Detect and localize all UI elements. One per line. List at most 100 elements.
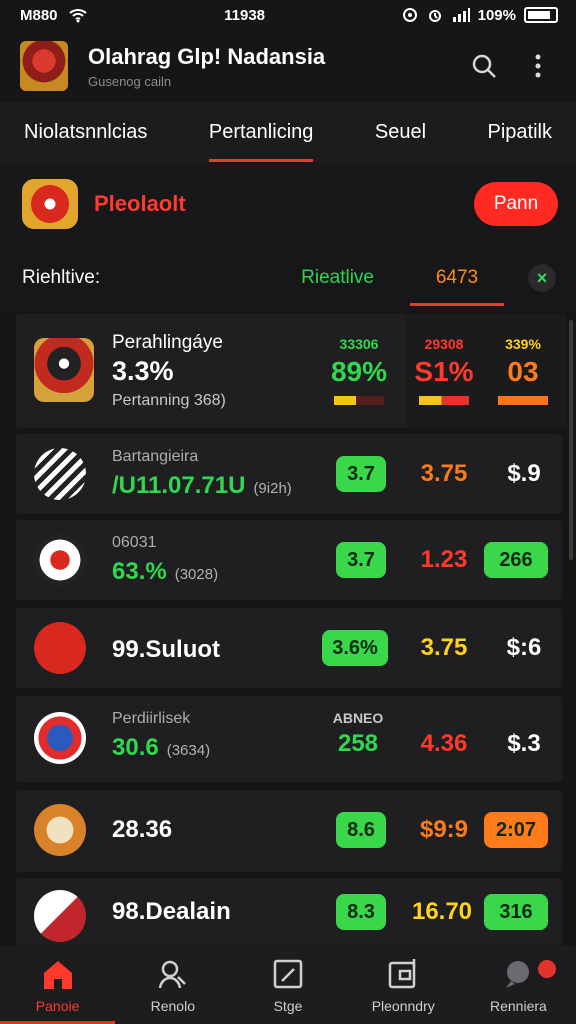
odds-value-a[interactable]: $9:9 (410, 816, 478, 844)
featured-stat-1: 33306 89% (330, 336, 388, 405)
promo-button[interactable]: Pann (474, 182, 558, 226)
row-text: 06031 63.% (3028) (112, 534, 218, 586)
profile-search-icon (155, 956, 191, 992)
odds-pill-value-b[interactable]: 266 (484, 542, 548, 578)
promo-title: Pleolaolt (94, 191, 186, 216)
row-main-value: 99.Suluot (112, 636, 221, 663)
odds-pill-green[interactable]: 3.7 (336, 542, 386, 578)
odds-value-a[interactable]: 1.23 (412, 546, 476, 574)
nav-dashboard[interactable]: Pleonndry (346, 946, 461, 1024)
odds-value-b[interactable]: $:6 (496, 634, 552, 662)
row-main-value: 98.Dealain (112, 898, 231, 925)
list-row[interactable]: 28.36 8.6 $9:9 2:07 (16, 790, 562, 872)
more-options-button[interactable] (520, 48, 556, 84)
chat-icon (500, 956, 536, 992)
battery-icon (523, 7, 558, 23)
odds-value-b[interactable]: $.3 (496, 730, 552, 758)
featured-stat-1-big: 89% (330, 356, 388, 387)
odds-pill-orange[interactable]: 2:07 (484, 812, 548, 848)
filter-relative[interactable]: Rieatlive (301, 267, 374, 289)
featured-stat-3: 339% 03 (494, 336, 552, 405)
row-main-paren: (3028) (174, 566, 219, 583)
odds-value-a[interactable]: 3.75 (410, 634, 478, 662)
app-header: Olahrag Glp! Nadansia Gusenog cailn (0, 30, 576, 102)
nav-home[interactable]: Panoie (0, 946, 116, 1024)
list-row[interactable]: Bartangieira /U11.07.71U (9i2h) 3.7 3.75… (16, 434, 562, 514)
odds-value-b[interactable]: $.9 (496, 460, 552, 488)
app-subtitle: Gusenog cailn (88, 73, 172, 89)
odds-pill-green[interactable]: 3.7 (336, 456, 386, 492)
row-main-paren: (3634) (166, 742, 211, 759)
more-vertical-icon (535, 54, 541, 78)
filter-close-icon[interactable]: × (528, 264, 556, 292)
featured-stat-2-big: S1% (414, 356, 474, 387)
status-right: 109% (402, 7, 558, 24)
team-shield-icon (34, 622, 86, 674)
bottom-navigation: Panoie Renolo Stge Pleonndry Renniera (0, 946, 576, 1024)
row-text: Bartangieira /U11.07.71U (9i2h) (112, 448, 292, 500)
list-scrollbar[interactable] (569, 320, 573, 560)
row-main-value: 28.36 (112, 816, 173, 843)
row-main-value: /U11.07.71U (112, 472, 246, 499)
row-subtitle: 06031 (112, 534, 157, 551)
team-emblem-icon (34, 804, 86, 856)
featured-stat-2: 29308 S1% (414, 336, 474, 405)
status-time-center: 11938 (224, 6, 266, 24)
app-logo (20, 41, 68, 91)
nav-home-label: Panoie (35, 998, 80, 1014)
promo-badge (22, 179, 78, 229)
nav-edit[interactable]: Stge (230, 946, 345, 1024)
list-row[interactable]: 99.Suluot 3.6% 3.75 $:6 (16, 608, 562, 688)
filter-row: Riehltive: Rieatlive 6473 × (0, 246, 576, 310)
odds-value-a[interactable]: 4.36 (412, 730, 476, 758)
promo-banner: Pleolaolt Pann (0, 162, 576, 246)
column-header: ABNEO (332, 710, 384, 726)
odds-value-a[interactable]: 3.75 (412, 460, 476, 488)
list-row[interactable]: Perdiirlisek 30.6 (3634) ABNEO 258 4.36 … (16, 696, 562, 782)
list-row[interactable]: 06031 63.% (3028) 3.7 1.23 266 (16, 520, 562, 600)
featured-row[interactable]: Perahlingáye 3.3% Pertanning 368) 33306 … (16, 314, 566, 428)
tab-seuel[interactable]: Seuel (375, 102, 426, 162)
status-time-left: M880 (20, 6, 58, 24)
list-row[interactable]: 98.Dealain 8.3 16.70 316 (16, 878, 562, 948)
header-text: Olahrag Glp! Nadansia Gusenog cailn (88, 44, 466, 89)
nav-dashboard-label: Pleonndry (371, 998, 435, 1014)
tab-niolatsnnlcias[interactable]: Niolatsnnlcias (24, 102, 147, 162)
featured-stat-3-bar (498, 396, 548, 405)
odds-pill-green[interactable]: 8.6 (336, 812, 386, 848)
featured-subtitle: Pertanning 368) (112, 392, 226, 409)
row-main-value: 30.6 (112, 734, 159, 761)
team-diagonal-icon (34, 890, 86, 942)
row-main: 63.% (3028) (112, 558, 218, 586)
featured-name: Perahlingáye (112, 332, 223, 353)
nav-profile-search-label: Renolo (150, 998, 195, 1014)
dashboard-icon (385, 956, 421, 992)
row-main: /U11.07.71U (9i2h) (112, 472, 292, 500)
featured-stat-3-small: 339% (505, 336, 541, 352)
status-bar: M880 11938 109% (0, 0, 576, 30)
filter-value[interactable]: 6473 (410, 246, 504, 310)
odds-value-a[interactable]: 16.70 (404, 898, 480, 926)
featured-value: 3.3% (112, 356, 174, 386)
row-subtitle: Bartangieira (112, 448, 199, 465)
nav-chat-label: Renniera (490, 998, 547, 1014)
row-text: Perdiirlisek 30.6 (3634) (112, 710, 210, 762)
team-ring-icon (34, 712, 86, 764)
notification-dot (538, 960, 557, 978)
featured-stat-1-small: 33306 (339, 336, 379, 352)
tab-pertanlicing[interactable]: Pertanlicing (208, 102, 313, 162)
location-icon (402, 8, 417, 22)
top-tabs: Niolatsnnlcias Pertanlicing Seuel Pipati… (0, 102, 576, 162)
tab-pipatilk[interactable]: Pipatilk (488, 102, 552, 162)
nav-profile-search[interactable]: Renolo (115, 946, 230, 1024)
odds-value-green[interactable]: 258 (326, 730, 390, 758)
search-button[interactable] (466, 48, 502, 84)
odds-pill-green[interactable]: 3.6% (322, 630, 388, 666)
battery-percent: 109% (477, 6, 516, 24)
featured-stat-2-bar (419, 396, 469, 405)
odds-pill-value-b[interactable]: 316 (484, 894, 548, 930)
odds-pill-green[interactable]: 8.3 (336, 894, 386, 930)
team-crest-icon (34, 338, 94, 402)
team-badge-icon (34, 534, 86, 586)
nav-chat[interactable]: Renniera (461, 946, 576, 1024)
